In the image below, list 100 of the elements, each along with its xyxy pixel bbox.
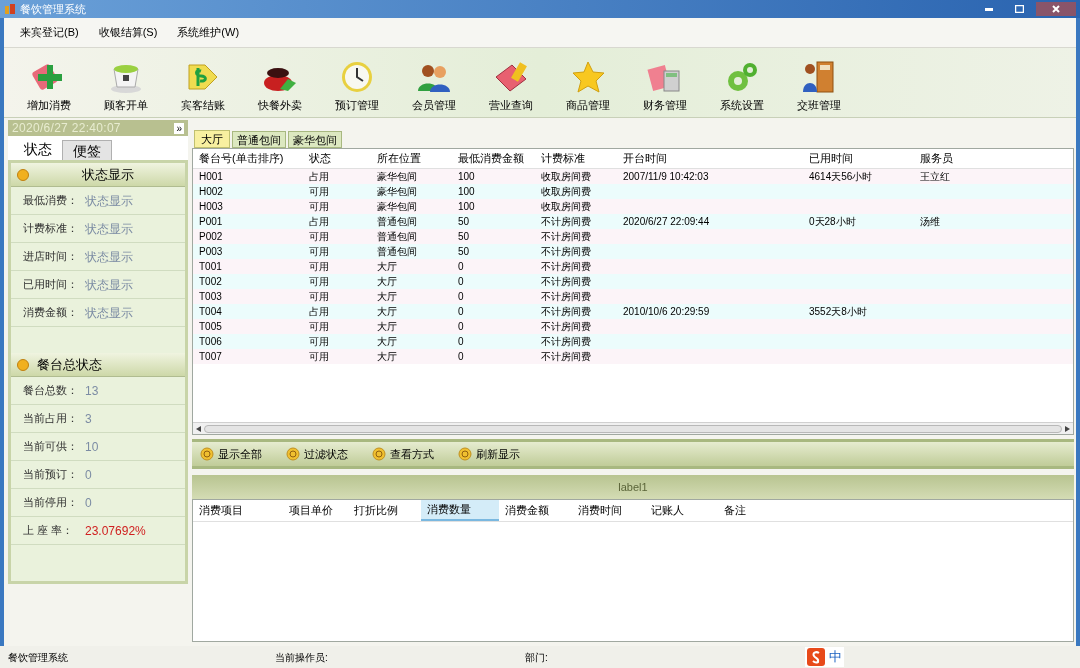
column-header[interactable]: 记账人 [645,500,718,521]
table-cell-text: 可用 [308,335,330,349]
table-cell-text: 不计房间费 [540,335,592,349]
table-cell-text: T002 [198,275,223,289]
toolbar-button[interactable]: 刷新显示 [458,445,520,463]
column-header[interactable]: 状态 [303,150,371,167]
table-cell-text: 收取房间费 [540,200,592,214]
table-cell-text: 0 [457,335,465,349]
column-header[interactable]: 已用时间 [803,150,914,167]
area-tab[interactable]: 大厅 [194,130,230,148]
tab[interactable]: 便签 [62,140,112,160]
input-method-icon[interactable] [807,648,825,666]
toolbar-button[interactable]: 显示全部 [200,445,262,463]
scroll-right-icon[interactable] [1065,425,1070,432]
table-cell-text: 2010/10/6 20:29:59 [622,305,711,319]
field-label: 当前预订： [23,467,79,483]
exit-door-icon [800,58,837,95]
table-cell-text: T003 [198,290,223,304]
table-cell-text: 50 [457,215,471,229]
table-cell-text: 不计房间费 [540,245,592,259]
table-cell-text: T004 [198,305,223,319]
circle-icon [372,447,386,461]
table-cell-text: 收取房间费 [540,170,592,184]
toolbar-button[interactable]: 交班管理 [780,51,857,117]
table-cell-text: 2020/6/27 22:09:44 [622,215,711,229]
menu-item[interactable]: 来宾登记(B) [20,24,79,41]
toolbar-button[interactable]: 查看方式 [372,445,434,463]
toolbar-button[interactable]: 预订管理 [318,51,395,117]
column-header[interactable]: 打折比例 [348,500,421,521]
toolbar-button[interactable]: 顾客开单 [87,51,164,117]
table-cell-text: 0 [457,350,465,364]
table-cell-text: 不计房间费 [540,275,592,289]
column-header[interactable]: 消费项目 [193,500,283,521]
table-cell-text: 3552天8小时 [808,305,868,319]
toolbar-button[interactable]: 会员管理 [395,51,472,117]
field-label: 餐台总数： [23,383,79,399]
column-header[interactable]: 开台时间 [617,150,803,167]
column-header[interactable]: 消费金额 [499,500,572,521]
toolbar-button[interactable]: 商品管理 [549,51,626,117]
table-cell-text: H003 [198,200,224,214]
area-tab[interactable]: 豪华包间 [288,131,342,148]
column-header[interactable]: 最低消费金额 [452,150,535,167]
table-cell-text: 普通包间 [376,215,418,229]
field-value: 状态显示 [85,248,133,266]
table-cell-text: 可用 [308,350,330,364]
column-header[interactable]: 备注 [718,500,798,521]
table-cell-text: 0 [457,260,465,274]
column-header[interactable]: 消费数量 [421,500,499,521]
table-cell-text: 大厅 [376,350,398,364]
toolbar-button[interactable]: 营业查询 [472,51,549,117]
table-cell-text: 50 [457,230,471,244]
menu-item[interactable]: 系统维护(W) [177,24,240,41]
table-cell-text: 大厅 [376,275,398,289]
horizontal-scrollbar[interactable] [204,424,1062,433]
table-cell-text: 可用 [308,245,330,259]
toolbar-button[interactable]: 财务管理 [626,51,703,117]
caption-label: label1 [618,479,648,495]
table-cell-text: 100 [457,185,476,199]
column-header[interactable]: 项目单价 [283,500,348,521]
column-header[interactable]: 消费时间 [572,500,645,521]
field-label: 当前可供： [23,439,79,455]
table-cell-text: 不计房间费 [540,215,592,229]
field-label: 消费金额： [23,305,79,321]
table-cell-text: 不计房间费 [540,350,592,364]
close-button[interactable] [1036,2,1076,16]
table-cell-text: 不计房间费 [540,230,592,244]
status-text: 餐饮管理系统 [8,650,69,665]
toolbar-button[interactable]: 过滤状态 [286,445,348,463]
table-cell-text: 0 [457,320,465,334]
collapse-button[interactable]: » [174,122,184,134]
app-icon [4,3,16,15]
toolbar-button[interactable]: 系统设置 [703,51,780,117]
column-header[interactable]: 计费标准 [535,150,617,167]
area-tab[interactable]: 普通包间 [232,131,286,148]
column-header[interactable]: 服务员 [914,150,1014,167]
table-cell-text: 50 [457,245,471,259]
table-cell-text: H002 [198,185,224,199]
table-cell-text: 不计房间费 [540,290,592,304]
toolbar-button[interactable]: 增加消费 [10,51,87,117]
scroll-left-icon[interactable] [196,425,201,432]
field-label: 当前占用： [23,411,79,427]
table-cell-text: T007 [198,350,223,364]
table-cell-text: 0 [457,305,465,319]
operator-label: 当前操作员: [275,650,329,665]
field-value: 13 [85,382,99,400]
menu-item[interactable]: 收银结算(S) [98,24,158,41]
circle-icon [200,447,214,461]
table-cell-text: 大厅 [376,260,398,274]
column-header[interactable]: 餐台号(单击排序) [193,150,303,167]
table-cell-text: 普通包间 [376,245,418,259]
toolbar-button[interactable]: 快餐外卖 [241,51,318,117]
field-label: 计费标准： [23,221,79,237]
table-cell-text: 汤维 [919,215,941,229]
column-header[interactable]: 所在位置 [371,150,452,167]
toolbar-button[interactable]: 宾客结账 [164,51,241,117]
table-cell-text: 豪华包间 [376,200,418,214]
section-title: 状态显示 [81,165,135,184]
field-value: 状态显示 [85,192,133,210]
circle-icon [458,447,472,461]
table-cell-text: H001 [198,170,224,184]
